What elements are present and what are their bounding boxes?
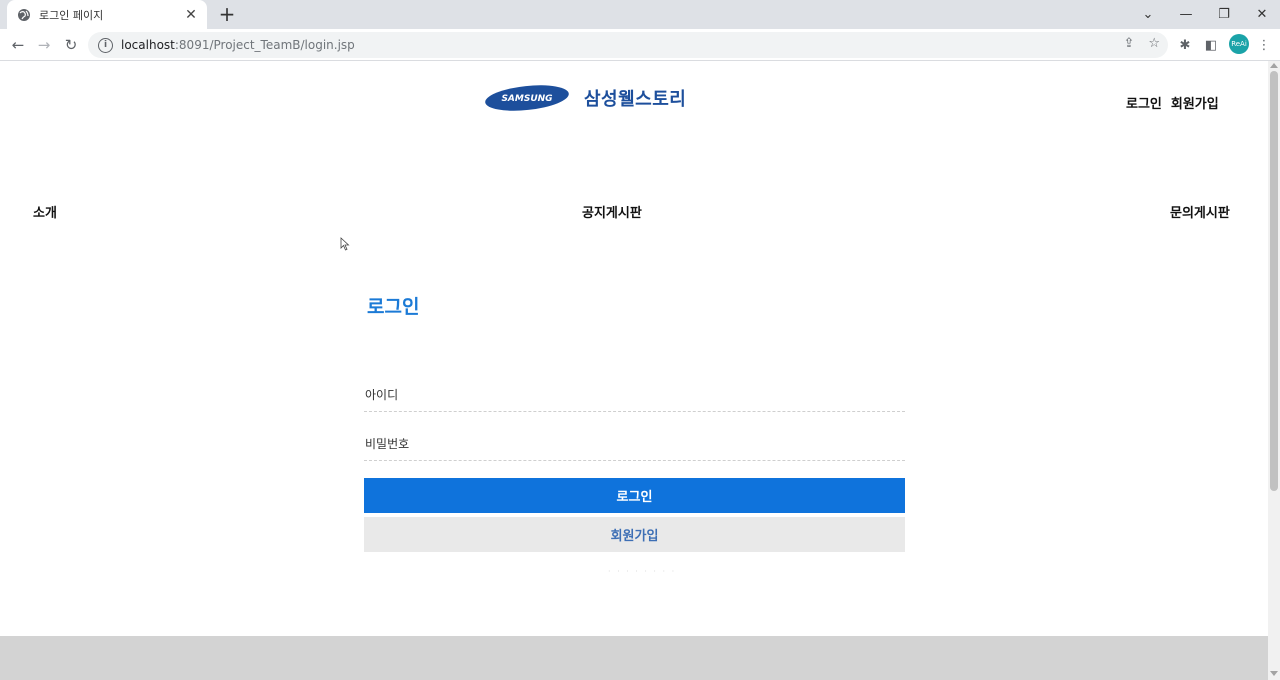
login-button[interactable]: 로그인 bbox=[364, 478, 905, 513]
back-icon[interactable]: ← bbox=[6, 33, 30, 57]
new-tab-icon[interactable]: + bbox=[216, 3, 238, 25]
page-viewport: SAMSUNG 삼성웰스토리 로그인 회원가입 소개 공지게시판 문의게시판 로… bbox=[0, 61, 1268, 680]
scroll-up-icon[interactable] bbox=[1270, 63, 1278, 68]
page-footer bbox=[0, 636, 1268, 680]
decorative-dots: · · · · · · · · bbox=[608, 567, 677, 576]
browser-toolbar: ← → ↻ i localhost :8091/Project_TeamB/lo… bbox=[0, 29, 1280, 61]
header-login-link[interactable]: 로그인 bbox=[1126, 93, 1162, 112]
signup-button[interactable]: 회원가입 bbox=[364, 517, 905, 552]
url-host: localhost bbox=[121, 38, 175, 52]
bookmark-star-icon[interactable]: ☆ bbox=[1148, 36, 1160, 51]
close-window-icon[interactable]: ✕ bbox=[1242, 0, 1280, 29]
share-icon[interactable]: ⇪ bbox=[1123, 36, 1134, 51]
globe-icon bbox=[18, 8, 30, 21]
menu-notice[interactable]: 공지게시판 bbox=[582, 202, 642, 221]
id-input[interactable] bbox=[364, 378, 905, 412]
header-links: 로그인 회원가입 bbox=[1126, 93, 1219, 112]
browser-tab[interactable]: 로그인 페이지 ✕ bbox=[7, 0, 207, 29]
logo-text: 삼성웰스토리 bbox=[584, 89, 687, 110]
url-path: :8091/Project_TeamB/login.jsp bbox=[174, 38, 355, 52]
profile-avatar[interactable]: ReAi bbox=[1229, 34, 1249, 54]
tab-title: 로그인 페이지 bbox=[39, 8, 104, 22]
restore-icon[interactable]: ❐ bbox=[1204, 0, 1244, 29]
header-signup-link[interactable]: 회원가입 bbox=[1171, 93, 1219, 112]
browser-menu-icon[interactable]: ⋮ bbox=[1254, 33, 1274, 57]
mouse-cursor-icon bbox=[340, 237, 350, 251]
login-title: 로그인 bbox=[367, 296, 420, 318]
extensions-icon[interactable]: ✱ bbox=[1174, 33, 1196, 57]
logo-brand-text: SAMSUNG bbox=[501, 94, 552, 104]
site-info-icon[interactable]: i bbox=[98, 37, 113, 53]
menu-intro[interactable]: 소개 bbox=[33, 202, 57, 221]
scroll-thumb[interactable] bbox=[1270, 71, 1278, 491]
close-tab-icon[interactable]: ✕ bbox=[183, 7, 199, 23]
browser-tab-bar: 로그인 페이지 ✕ + ⌄ — ❐ ✕ bbox=[0, 0, 1280, 29]
samsung-logo-icon: SAMSUNG bbox=[485, 85, 569, 111]
password-input[interactable] bbox=[364, 427, 905, 461]
menu-inquiry[interactable]: 문의게시판 bbox=[1170, 202, 1230, 221]
forward-icon[interactable]: → bbox=[32, 33, 56, 57]
scroll-down-icon[interactable] bbox=[1270, 671, 1278, 676]
page-scrollbar[interactable] bbox=[1268, 61, 1280, 680]
minimize-icon[interactable]: — bbox=[1166, 0, 1206, 29]
address-bar[interactable]: i localhost :8091/Project_TeamB/login.js… bbox=[88, 32, 1168, 58]
reload-icon[interactable]: ↻ bbox=[59, 33, 83, 57]
tab-search-icon[interactable]: ⌄ bbox=[1128, 0, 1168, 29]
site-logo[interactable]: SAMSUNG 삼성웰스토리 bbox=[484, 83, 686, 113]
side-panel-icon[interactable]: ◧ bbox=[1200, 33, 1222, 57]
